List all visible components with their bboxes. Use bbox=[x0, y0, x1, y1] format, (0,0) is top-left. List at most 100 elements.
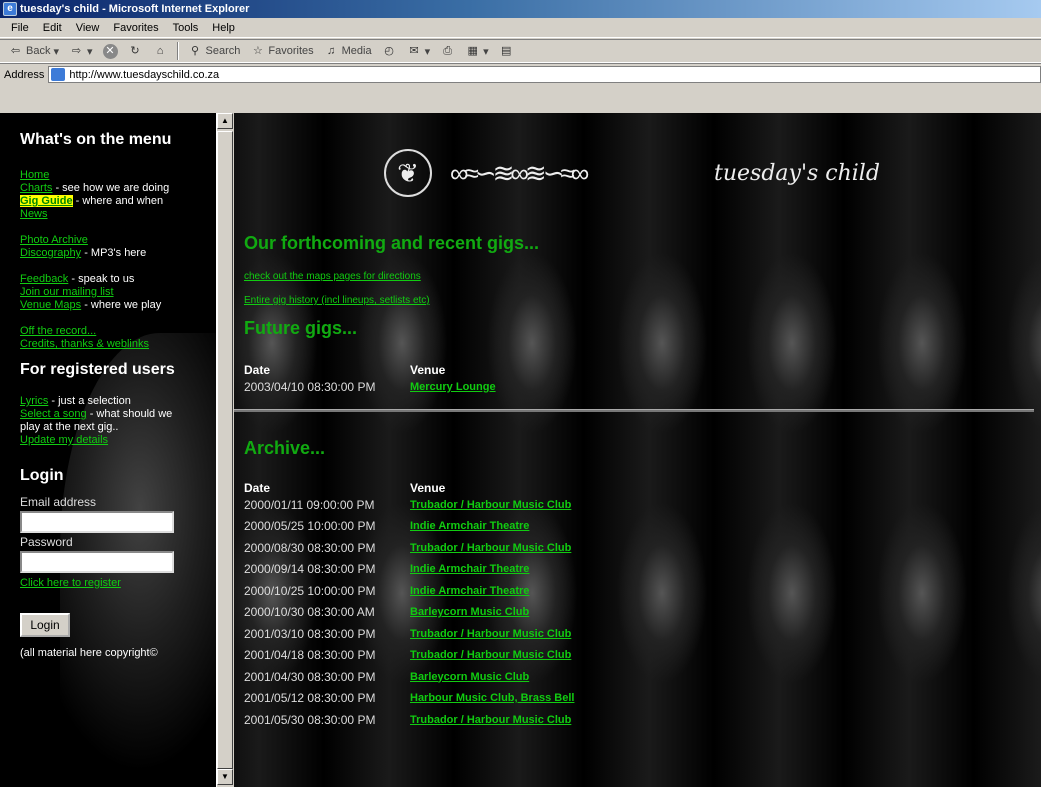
gigs-content: Our forthcoming and recent gigs... check… bbox=[234, 233, 1034, 732]
future-gigs-heading: Future gigs... bbox=[244, 318, 358, 338]
window-titlebar: e tuesday's child - Microsoft Internet E… bbox=[0, 0, 1041, 18]
search-icon: ⚲ bbox=[191, 44, 200, 57]
archive-gig-row: 2001/05/12 08:30:00 PM Harbour Music Club… bbox=[244, 688, 1034, 710]
internet-explorer-icon: e bbox=[3, 2, 17, 16]
mail-dropdown-icon: ▾ bbox=[424, 45, 431, 58]
archive-gig-row: 2001/03/10 08:30:00 PM Trubador / Harbour… bbox=[244, 624, 1034, 646]
search-button[interactable]: ⚲ Search bbox=[184, 41, 245, 61]
browser-toolbar: ⇦ Back ▾ ⇨ ▾ ✕ ↻ ⌂ ⚲ Search ☆ Favorites … bbox=[0, 39, 1041, 63]
archive-gig-venue-link[interactable]: Indie Armchair Theatre bbox=[410, 516, 529, 538]
archive-gig-venue-link[interactable]: Barleycorn Music Club bbox=[410, 602, 529, 624]
archive-gig-venue-link[interactable]: Harbour Music Club, Brass Bell bbox=[410, 688, 574, 710]
archive-gig-row: 2000/10/25 10:00:00 PM Indie Armchair The… bbox=[244, 581, 1034, 603]
future-gig-venue-link[interactable]: Mercury Lounge bbox=[410, 377, 496, 399]
scroll-thumb[interactable] bbox=[217, 131, 233, 769]
scroll-up-arrow-icon[interactable]: ▲ bbox=[217, 113, 233, 129]
archive-gig-row: 2001/04/18 08:30:00 PM Trubador / Harbour… bbox=[244, 645, 1034, 667]
page-icon bbox=[51, 68, 66, 81]
menu-file[interactable]: File bbox=[4, 22, 36, 34]
left-frame-scrollbar[interactable]: ▲ ▼ bbox=[216, 113, 233, 787]
nav-select-song-link[interactable]: Select a song bbox=[20, 408, 87, 420]
menu-tools[interactable]: Tools bbox=[166, 22, 206, 34]
menu-edit[interactable]: Edit bbox=[36, 22, 69, 34]
nav-off-record-link[interactable]: Off the record... bbox=[20, 325, 96, 337]
back-dropdown-icon: ▾ bbox=[53, 45, 59, 58]
archive-gig-venue-link[interactable]: Indie Armchair Theatre bbox=[410, 581, 529, 603]
print-button[interactable]: ⎙ bbox=[436, 41, 459, 61]
maps-link[interactable]: check out the maps pages for directions bbox=[244, 271, 1034, 282]
nav-home-link[interactable]: Home bbox=[20, 169, 49, 181]
archive-gig-venue-link[interactable]: Indie Armchair Theatre bbox=[410, 559, 529, 581]
menu-favorites[interactable]: Favorites bbox=[106, 22, 165, 34]
address-label: Address bbox=[4, 68, 45, 81]
mail-button[interactable]: ✉ ▾ bbox=[403, 41, 435, 61]
archive-gig-row: 2001/04/30 08:30:00 PM Barleycorn Music C… bbox=[244, 667, 1034, 689]
future-date-header: Date bbox=[244, 363, 271, 377]
menu-help[interactable]: Help bbox=[205, 22, 242, 34]
nav-lyrics-link[interactable]: Lyrics bbox=[20, 395, 48, 407]
discuss-button[interactable]: ▤ bbox=[495, 41, 518, 61]
archive-gig-venue-link[interactable]: Trubador / Harbour Music Club bbox=[410, 710, 571, 732]
edit-button[interactable]: ▦ ▾ bbox=[461, 41, 493, 61]
search-label: Search bbox=[205, 45, 241, 57]
edit-dropdown-icon: ▾ bbox=[483, 45, 489, 58]
print-icon: ⎙ bbox=[443, 44, 453, 57]
favorites-button[interactable]: ☆ Favorites bbox=[246, 41, 317, 61]
email-field[interactable] bbox=[20, 511, 174, 533]
forward-button[interactable]: ⇨ ▾ bbox=[65, 41, 97, 61]
back-button[interactable]: ⇦ Back ▾ bbox=[4, 41, 63, 61]
nav-update-details-link[interactable]: Update my details bbox=[20, 434, 108, 446]
discuss-icon: ▤ bbox=[500, 44, 512, 57]
media-label: Media bbox=[341, 45, 372, 57]
history-button[interactable]: ◴ bbox=[378, 41, 401, 61]
page-title: Our forthcoming and recent gigs... bbox=[244, 233, 540, 253]
forward-arrow-icon: ⇨ bbox=[71, 44, 82, 57]
nav-news-link[interactable]: News bbox=[20, 208, 48, 220]
menu-view[interactable]: View bbox=[69, 22, 107, 34]
archive-gig-venue-link[interactable]: Trubador / Harbour Music Club bbox=[410, 645, 571, 667]
register-link[interactable]: Click here to register bbox=[20, 577, 216, 589]
dragon-emblem-icon: ❦ bbox=[384, 149, 432, 197]
archive-gig-venue-link[interactable]: Trubador / Harbour Music Club bbox=[410, 538, 571, 560]
nav-photo-archive-link[interactable]: Photo Archive bbox=[20, 234, 88, 246]
nav-charts-link[interactable]: Charts bbox=[20, 182, 52, 194]
site-logo: ❦ ∞≈∽≋∞≋∽≈∞ tuesday's child bbox=[384, 133, 880, 213]
archive-gig-venue-link[interactable]: Trubador / Harbour Music Club bbox=[410, 495, 571, 517]
favorites-label: Favorites bbox=[268, 45, 314, 57]
history-icon: ◴ bbox=[384, 44, 394, 57]
copyright-text: (all material here copyright© bbox=[20, 647, 158, 659]
password-field[interactable] bbox=[20, 551, 174, 573]
nav-gig-guide-desc: - where and when bbox=[72, 195, 164, 207]
nav-mailing-list-link[interactable]: Join our mailing list bbox=[20, 286, 114, 298]
archive-gig-row: 2000/09/14 08:30:00 PM Indie Armchair The… bbox=[244, 559, 1034, 581]
back-arrow-icon: ⇦ bbox=[10, 44, 21, 57]
mail-icon: ✉ bbox=[409, 44, 419, 57]
home-icon: ⌂ bbox=[156, 44, 164, 57]
gig-history-link[interactable]: Entire gig history (incl lineups, setlis… bbox=[244, 295, 1034, 306]
window-title: tuesday's child - Microsoft Internet Exp… bbox=[20, 3, 250, 15]
archive-gig-venue-link[interactable]: Trubador / Harbour Music Club bbox=[410, 624, 571, 646]
scroll-down-arrow-icon[interactable]: ▼ bbox=[217, 769, 233, 785]
nav-credits-link[interactable]: Credits, thanks & weblinks bbox=[20, 338, 149, 350]
stop-button[interactable]: ✕ bbox=[99, 41, 122, 61]
future-venue-header: Venue bbox=[410, 363, 446, 377]
home-button[interactable]: ⌂ bbox=[149, 41, 172, 61]
nav-venue-maps-link[interactable]: Venue Maps bbox=[20, 299, 81, 311]
nav-venue-maps-desc: - where we play bbox=[81, 299, 162, 311]
toolbar-separator bbox=[176, 42, 179, 60]
edit-icon: ▦ bbox=[467, 44, 478, 57]
address-input[interactable]: http://www.tuesdayschild.co.za bbox=[48, 66, 1041, 83]
media-button[interactable]: ♫ Media bbox=[320, 41, 376, 61]
archive-gig-date: 2000/10/25 10:00:00 PM bbox=[244, 583, 376, 598]
future-gig-row: 2003/04/10 08:30:00 PM Mercury Lounge bbox=[244, 377, 1034, 399]
login-button[interactable]: Login bbox=[20, 613, 70, 637]
archive-gig-date: 2000/10/30 08:30:00 AM bbox=[244, 605, 375, 619]
refresh-icon: ↻ bbox=[130, 44, 140, 57]
refresh-button[interactable]: ↻ bbox=[124, 41, 147, 61]
address-bar: Address http://www.tuesdayschild.co.za bbox=[0, 63, 1041, 85]
nav-gig-guide-link[interactable]: Gig Guide bbox=[20, 195, 73, 207]
archive-gig-venue-link[interactable]: Barleycorn Music Club bbox=[410, 667, 529, 689]
nav-feedback-link[interactable]: Feedback bbox=[20, 273, 68, 285]
archive-gigs-list: 2000/01/11 09:00:00 PM Trubador / Harbour… bbox=[244, 495, 1034, 732]
nav-discography-link[interactable]: Discography bbox=[20, 247, 81, 259]
